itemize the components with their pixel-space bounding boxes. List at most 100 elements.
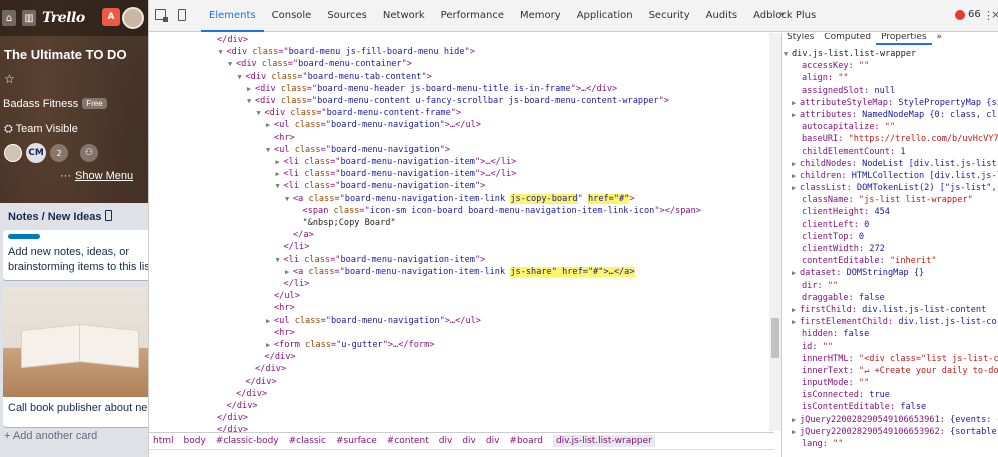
property-row[interactable]: lang: "" (782, 438, 998, 450)
dom-node-line[interactable]: <hr> (266, 132, 295, 144)
elements-tree[interactable]: </div> ▼ <div class="board-menu js-fill-bo… (149, 33, 774, 433)
property-row[interactable]: inputMode: "" (782, 377, 998, 389)
property-row[interactable]: align: "" (782, 72, 998, 84)
dom-node-line[interactable]: ▼ <li class="board-menu-navigation-item"> (276, 254, 486, 266)
property-row[interactable]: id: "" (782, 341, 998, 353)
expand-toggle-icon[interactable]: ▶ (792, 170, 800, 182)
property-row[interactable]: ▼ div.js-list.list-wrapper (782, 48, 998, 60)
property-row[interactable]: ▶ children: HTMLCollection [div.list.js-l (782, 170, 998, 182)
expand-toggle-icon[interactable]: ▶ (276, 156, 284, 168)
expand-toggle-icon[interactable]: ▶ (792, 267, 800, 279)
expand-toggle-icon[interactable]: ▶ (266, 315, 274, 327)
dom-node-line[interactable]: </div> (209, 412, 248, 424)
list-card[interactable]: Call book publisher about ne (3, 287, 148, 427)
property-row[interactable]: ▶ dataset: DOMStringMap {} (782, 267, 998, 279)
expand-toggle-icon[interactable]: ▶ (792, 109, 800, 121)
home-icon[interactable]: ⌂ (2, 10, 16, 26)
tab-console[interactable]: Console (264, 0, 320, 32)
breadcrumb-item[interactable]: div (439, 436, 453, 446)
property-row[interactable]: clientHeight: 454 (782, 206, 998, 218)
find-bar[interactable] (149, 449, 774, 457)
dom-node-line[interactable]: ▼ <ul class="board-menu-navigation"> (266, 144, 450, 156)
breadcrumb-item[interactable]: #classic (289, 436, 326, 446)
tab-performance[interactable]: Performance (433, 0, 512, 32)
property-row[interactable]: ▶ attributeStyleMap: StylePropertyMap {si (782, 97, 998, 109)
tab-network[interactable]: Network (375, 0, 433, 32)
property-row[interactable]: autocapitalize: "" (782, 121, 998, 133)
property-row[interactable]: contentEditable: "inherit" (782, 255, 998, 267)
sidebar-tab-computed[interactable]: Computed (819, 33, 876, 45)
dom-node-line[interactable]: </div> (238, 376, 277, 388)
list-title[interactable]: Notes / New Ideas (8, 210, 112, 223)
property-row[interactable]: innerText: "↵ +Create your daily to-do (782, 365, 998, 377)
tab-application[interactable]: Application (569, 0, 641, 32)
breadcrumb-item[interactable]: #content (387, 436, 429, 446)
dom-node-line[interactable]: </div> (209, 34, 248, 46)
elements-scrollbar-track[interactable] (769, 33, 781, 431)
expand-toggle-icon[interactable]: ▶ (247, 83, 255, 95)
expand-toggle-icon[interactable]: ▶ (266, 339, 274, 351)
expand-toggle-icon[interactable]: ▼ (285, 193, 293, 205)
sidebar-tab-properties[interactable]: Properties (876, 33, 932, 45)
dom-node-line[interactable]: "&nbsp;Copy Board" (295, 217, 396, 229)
star-icon[interactable]: ☆ (4, 72, 15, 86)
member-count-badge[interactable]: 2 (50, 144, 68, 162)
expand-toggle-icon[interactable]: ▶ (792, 182, 800, 194)
property-row[interactable]: className: "js-list list-wrapper" (782, 194, 998, 206)
expand-toggle-icon[interactable]: ▼ (247, 95, 255, 107)
property-row[interactable]: ▶ classList: DOMTokenList(2) ["js-list", (782, 182, 998, 194)
property-row[interactable]: clientLeft: 0 (782, 219, 998, 231)
expand-toggle-icon[interactable]: ▶ (792, 414, 800, 426)
dom-node-line[interactable]: ▼ <li class="board-menu-navigation-item"> (276, 180, 486, 192)
expand-toggle-icon[interactable]: ▼ (276, 180, 284, 192)
property-row[interactable]: ▶ firstChild: div.list.js-list-content (782, 304, 998, 316)
property-row[interactable]: isConnected: true (782, 389, 998, 401)
expand-toggle-icon[interactable]: ▶ (792, 316, 800, 328)
expand-toggle-icon[interactable]: ▼ (784, 48, 792, 60)
dom-node-line[interactable]: </div> (228, 388, 267, 400)
dom-node-line[interactable]: ▼ <div class="board-menu-tab-content"> (238, 71, 432, 83)
team-button[interactable]: Badass Fitness Free (3, 98, 107, 110)
property-row[interactable]: ▶ attributes: NamedNodeMap {0: class, cl (782, 109, 998, 121)
breadcrumb-item[interactable]: html (153, 436, 174, 446)
dom-node-line[interactable]: ▶ <li class="board-menu-navigation-item">… (276, 156, 517, 168)
breadcrumb-item[interactable]: #classic-body (216, 436, 279, 446)
show-menu-button[interactable]: ··· Show Menu (60, 170, 133, 182)
expand-toggle-icon[interactable]: ▼ (238, 71, 246, 83)
tab-security[interactable]: Security (641, 0, 698, 32)
breadcrumb-item[interactable]: #board (509, 436, 543, 446)
dom-node-line[interactable]: <hr> (266, 327, 295, 339)
dom-node-line[interactable]: ▶ <ul class="board-menu-navigation">…</ul… (266, 119, 481, 131)
breadcrumb-item[interactable]: div (486, 436, 500, 446)
breadcrumb-item[interactable]: body (184, 436, 206, 446)
dom-node-line[interactable]: ▶ <a class="board-menu-navigation-item-li… (285, 266, 635, 278)
dom-node-line[interactable]: </a> (285, 229, 314, 241)
boards-icon[interactable]: ▥ (22, 10, 36, 26)
expand-toggle-icon[interactable]: ▼ (219, 46, 227, 58)
property-row[interactable]: childElementCount: 1 (782, 146, 998, 158)
dom-node-line[interactable]: </li> (276, 241, 310, 253)
dom-node-line[interactable]: ▼ <div class="board-menu-content u-fancy-… (247, 95, 669, 107)
visibility-button[interactable]: ⛭ Team Visible (4, 123, 78, 136)
property-row[interactable]: ▶ childNodes: NodeList [div.list.js-list (782, 158, 998, 170)
more-tabs-icon[interactable]: » (779, 9, 789, 20)
dom-node-line[interactable]: </div> (247, 363, 286, 375)
dom-node-line[interactable]: </ul> (266, 290, 300, 302)
member-initials-avatar[interactable]: CM (26, 143, 46, 163)
sidebar-tab-styles[interactable]: Styles (782, 33, 819, 45)
dom-node-line[interactable]: ▶ <ul class="board-menu-navigation">…</ul… (266, 315, 481, 327)
dom-node-line[interactable]: ▶ <div class="board-menu-header js-board-… (247, 83, 617, 95)
expand-toggle-icon[interactable]: ▶ (792, 158, 800, 170)
property-row[interactable]: innerHTML: "<div class="list js-list-c (782, 353, 998, 365)
member-avatar[interactable] (4, 144, 22, 162)
breadcrumb-item[interactable]: div (462, 436, 476, 446)
expand-toggle-icon[interactable]: ▶ (792, 304, 800, 316)
tab-audits[interactable]: Audits (698, 0, 745, 32)
property-row[interactable]: dir: "" (782, 280, 998, 292)
expand-toggle-icon[interactable]: ▶ (285, 266, 293, 278)
invite-icon[interactable]: ⚇ (80, 144, 98, 162)
expand-toggle-icon[interactable]: ▶ (276, 168, 284, 180)
sidebar-tab-more[interactable]: » (932, 33, 948, 45)
property-row[interactable]: baseURI: "https://trello.com/b/uvHcVY7 (782, 133, 998, 145)
close-icon[interactable]: × (991, 8, 998, 21)
